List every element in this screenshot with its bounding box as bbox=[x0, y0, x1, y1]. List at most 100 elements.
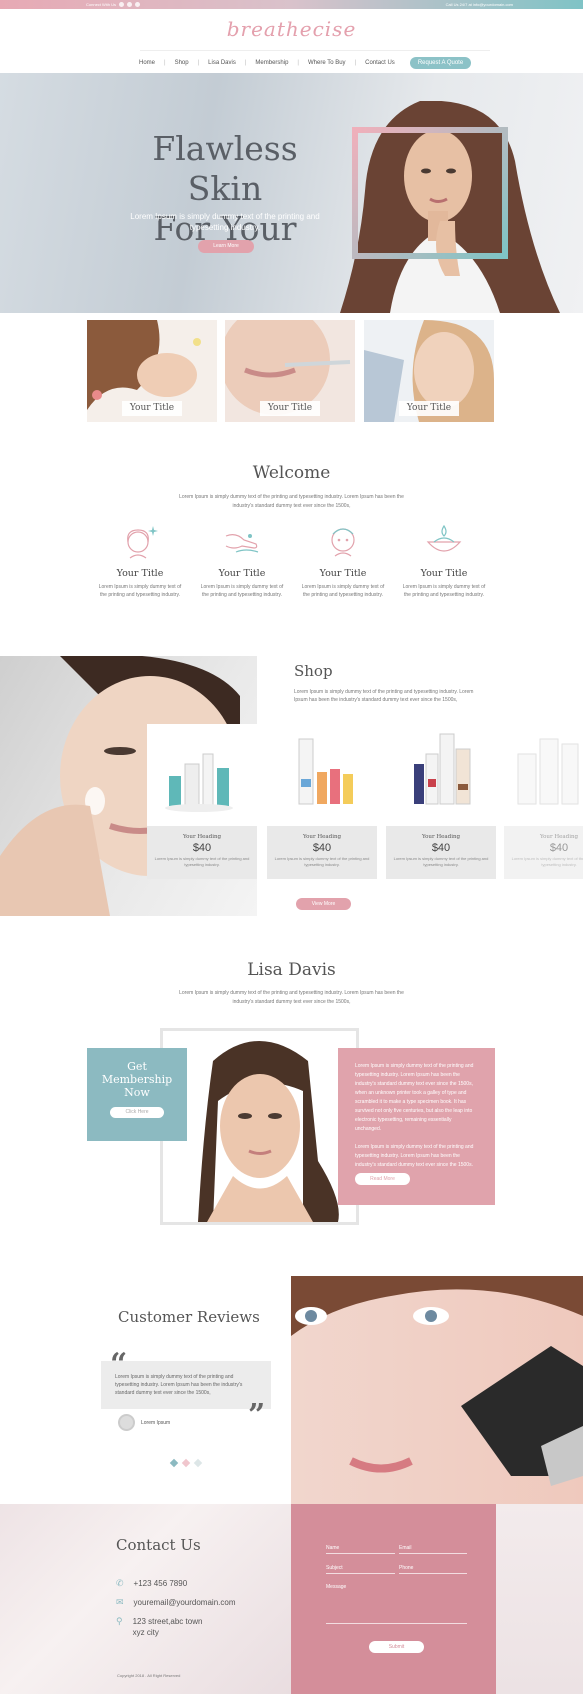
subject-input[interactable] bbox=[326, 1573, 395, 1574]
product-price: $40 bbox=[431, 842, 451, 854]
feature-title: Your Title bbox=[218, 568, 266, 579]
mail-icon: ✉ bbox=[116, 1597, 124, 1607]
top-bar: Connect With Us Call Us 24/7 at info@you… bbox=[0, 0, 583, 9]
product-price: $40 bbox=[192, 842, 212, 854]
service-tile[interactable]: Your Title bbox=[225, 320, 355, 422]
phone-icon: ✆ bbox=[116, 1578, 124, 1588]
membership-line: Membership bbox=[101, 1073, 173, 1086]
reviewer: Lorem Ipsum bbox=[118, 1414, 170, 1431]
feature-title: Your Title bbox=[116, 568, 164, 579]
quote-open-icon: “ bbox=[110, 1347, 128, 1382]
email-text[interactable]: youremail@yourdomain.com bbox=[134, 1597, 236, 1608]
contact-email: ✉ youremail@yourdomain.com bbox=[116, 1597, 235, 1608]
product-price: $40 bbox=[312, 842, 332, 854]
shop-title: Shop bbox=[294, 662, 333, 680]
phone-text[interactable]: +123 456 7890 bbox=[134, 1578, 188, 1589]
welcome-text: Lorem Ipsum is simply dummy text of the … bbox=[179, 494, 404, 509]
lisa-bio-box: Lorem Ipsum is simply dummy text of the … bbox=[338, 1048, 495, 1205]
carousel-dot[interactable] bbox=[181, 1458, 191, 1468]
view-more-button[interactable]: View More bbox=[296, 898, 351, 910]
form-label-name: Name bbox=[326, 1545, 340, 1551]
contact-address: ⚲ 123 street,abc town xyz city bbox=[116, 1616, 202, 1638]
address-line: xyz city bbox=[132, 1628, 159, 1637]
face-mask-icon bbox=[331, 528, 355, 557]
product-card[interactable]: Your Heading $40 Lorem Ipsum is simply d… bbox=[147, 724, 257, 879]
reviewer-name: Lorem Ipsum bbox=[141, 1419, 171, 1426]
message-input[interactable] bbox=[326, 1623, 467, 1624]
address-line: 123 street,abc town bbox=[132, 1617, 203, 1626]
nav-home[interactable]: Home bbox=[130, 60, 164, 66]
product-info: Your Heading $40 Lorem Ipsum is simply d… bbox=[386, 826, 496, 879]
connect-label: Connect With Us bbox=[86, 2, 117, 7]
facebook-icon[interactable] bbox=[119, 2, 125, 7]
lisa-text: Lorem Ipsum is simply dummy text of the … bbox=[179, 990, 404, 1005]
hero-photo-frame bbox=[352, 127, 508, 259]
submit-button[interactable]: Submit bbox=[369, 1641, 424, 1653]
membership-line: Now bbox=[124, 1086, 150, 1099]
carousel-dot[interactable] bbox=[193, 1458, 203, 1468]
top-email-link[interactable]: info@yourdomain.com bbox=[473, 2, 513, 7]
logo[interactable]: breathecise bbox=[0, 17, 583, 41]
carousel-dots bbox=[169, 1458, 203, 1468]
contact-photo-edge bbox=[496, 1504, 583, 1694]
learn-more-button[interactable]: Learn More bbox=[198, 240, 254, 253]
read-more-button[interactable]: Read More bbox=[355, 1173, 410, 1185]
product-image bbox=[147, 724, 257, 826]
feature-item: Your Title Lorem Ipsum is simply dummy t… bbox=[400, 522, 488, 599]
membership-line: Get bbox=[127, 1060, 147, 1073]
membership-box: Get Membership Now Click Here bbox=[87, 1048, 187, 1141]
product-heading: Your Heading bbox=[302, 834, 342, 840]
cream-bowl-icon bbox=[426, 524, 462, 552]
click-here-button[interactable]: Click Here bbox=[110, 1107, 164, 1118]
product-card[interactable]: Your Heading $40 Lorem Ipsum is simply d… bbox=[386, 724, 496, 879]
nav-shop[interactable]: Shop bbox=[166, 60, 198, 66]
name-input[interactable] bbox=[326, 1553, 395, 1554]
nav-where-to-buy[interactable]: Where To Buy bbox=[299, 60, 355, 66]
product-info: Your Heading $40 Lorem Ipsum is simply d… bbox=[267, 826, 377, 879]
bio-paragraph: Lorem Ipsum is simply dummy text of the … bbox=[355, 1063, 474, 1132]
carousel-dot[interactable] bbox=[169, 1458, 179, 1468]
feature-item: Your Title Lorem Ipsum is simply dummy t… bbox=[96, 522, 184, 599]
product-card[interactable]: Your Heading $40 Lorem Ipsum is simply d… bbox=[504, 724, 583, 879]
feature-title: Your Title bbox=[420, 568, 468, 579]
feature-text: Lorem Ipsum is simply dummy text of the … bbox=[200, 584, 284, 598]
feature-text: Lorem Ipsum is simply dummy text of the … bbox=[98, 584, 182, 598]
feature-text: Lorem Ipsum is simply dummy text of the … bbox=[402, 584, 486, 598]
reviews-title: Customer Reviews bbox=[118, 1308, 260, 1326]
reviews-photo bbox=[291, 1276, 583, 1504]
feature-item: Your Title Lorem Ipsum is simply dummy t… bbox=[299, 522, 387, 599]
divider bbox=[140, 50, 490, 51]
product-heading: Your Heading bbox=[421, 834, 461, 840]
feature-text: Lorem Ipsum is simply dummy text of the … bbox=[301, 584, 385, 598]
feature-item: Your Title Lorem Ipsum is simply dummy t… bbox=[198, 522, 286, 599]
form-label-phone: Phone bbox=[399, 1565, 414, 1571]
service-tile[interactable]: Your Title bbox=[364, 320, 494, 422]
twitter-icon[interactable] bbox=[127, 2, 133, 7]
welcome-title: Welcome bbox=[252, 463, 331, 483]
phone-input[interactable] bbox=[399, 1573, 467, 1574]
location-pin-icon: ⚲ bbox=[116, 1616, 123, 1626]
nav-lisa-davis[interactable]: Lisa Davis bbox=[199, 60, 245, 66]
call-label: Call Us 24/7 at bbox=[445, 2, 472, 7]
nav-membership[interactable]: Membership bbox=[246, 60, 297, 66]
product-image bbox=[504, 724, 583, 826]
product-info: Your Heading $40 Lorem Ipsum is simply d… bbox=[147, 826, 257, 879]
nav-contact-us[interactable]: Contact Us bbox=[356, 60, 404, 66]
service-tile[interactable]: Your Title bbox=[87, 320, 217, 422]
lisa-title: Lisa Davis bbox=[247, 960, 336, 980]
email-input[interactable] bbox=[399, 1553, 467, 1554]
product-text: Lorem Ipsum is simply dummy text of the … bbox=[511, 856, 583, 867]
tile-caption: Your Title bbox=[399, 401, 459, 416]
contact-info-top: Call Us 24/7 at info@yourdomain.com bbox=[446, 2, 513, 7]
product-card[interactable]: Your Heading $40 Lorem Ipsum is simply d… bbox=[267, 724, 377, 879]
main-nav: Home | Shop | Lisa Davis | Membership | Wher… bbox=[130, 57, 472, 69]
social-links: Connect With Us bbox=[86, 2, 141, 7]
contact-title: Contact Us bbox=[116, 1536, 201, 1554]
google-plus-icon[interactable] bbox=[135, 2, 141, 7]
product-heading: Your Heading bbox=[539, 834, 579, 840]
request-quote-button[interactable]: Request A Quote bbox=[409, 57, 472, 69]
form-label-message: Message bbox=[326, 1584, 347, 1590]
product-image bbox=[386, 724, 496, 826]
product-image bbox=[267, 724, 377, 826]
copyright: Copyright 2018 . All Right Reserved bbox=[117, 1673, 181, 1678]
